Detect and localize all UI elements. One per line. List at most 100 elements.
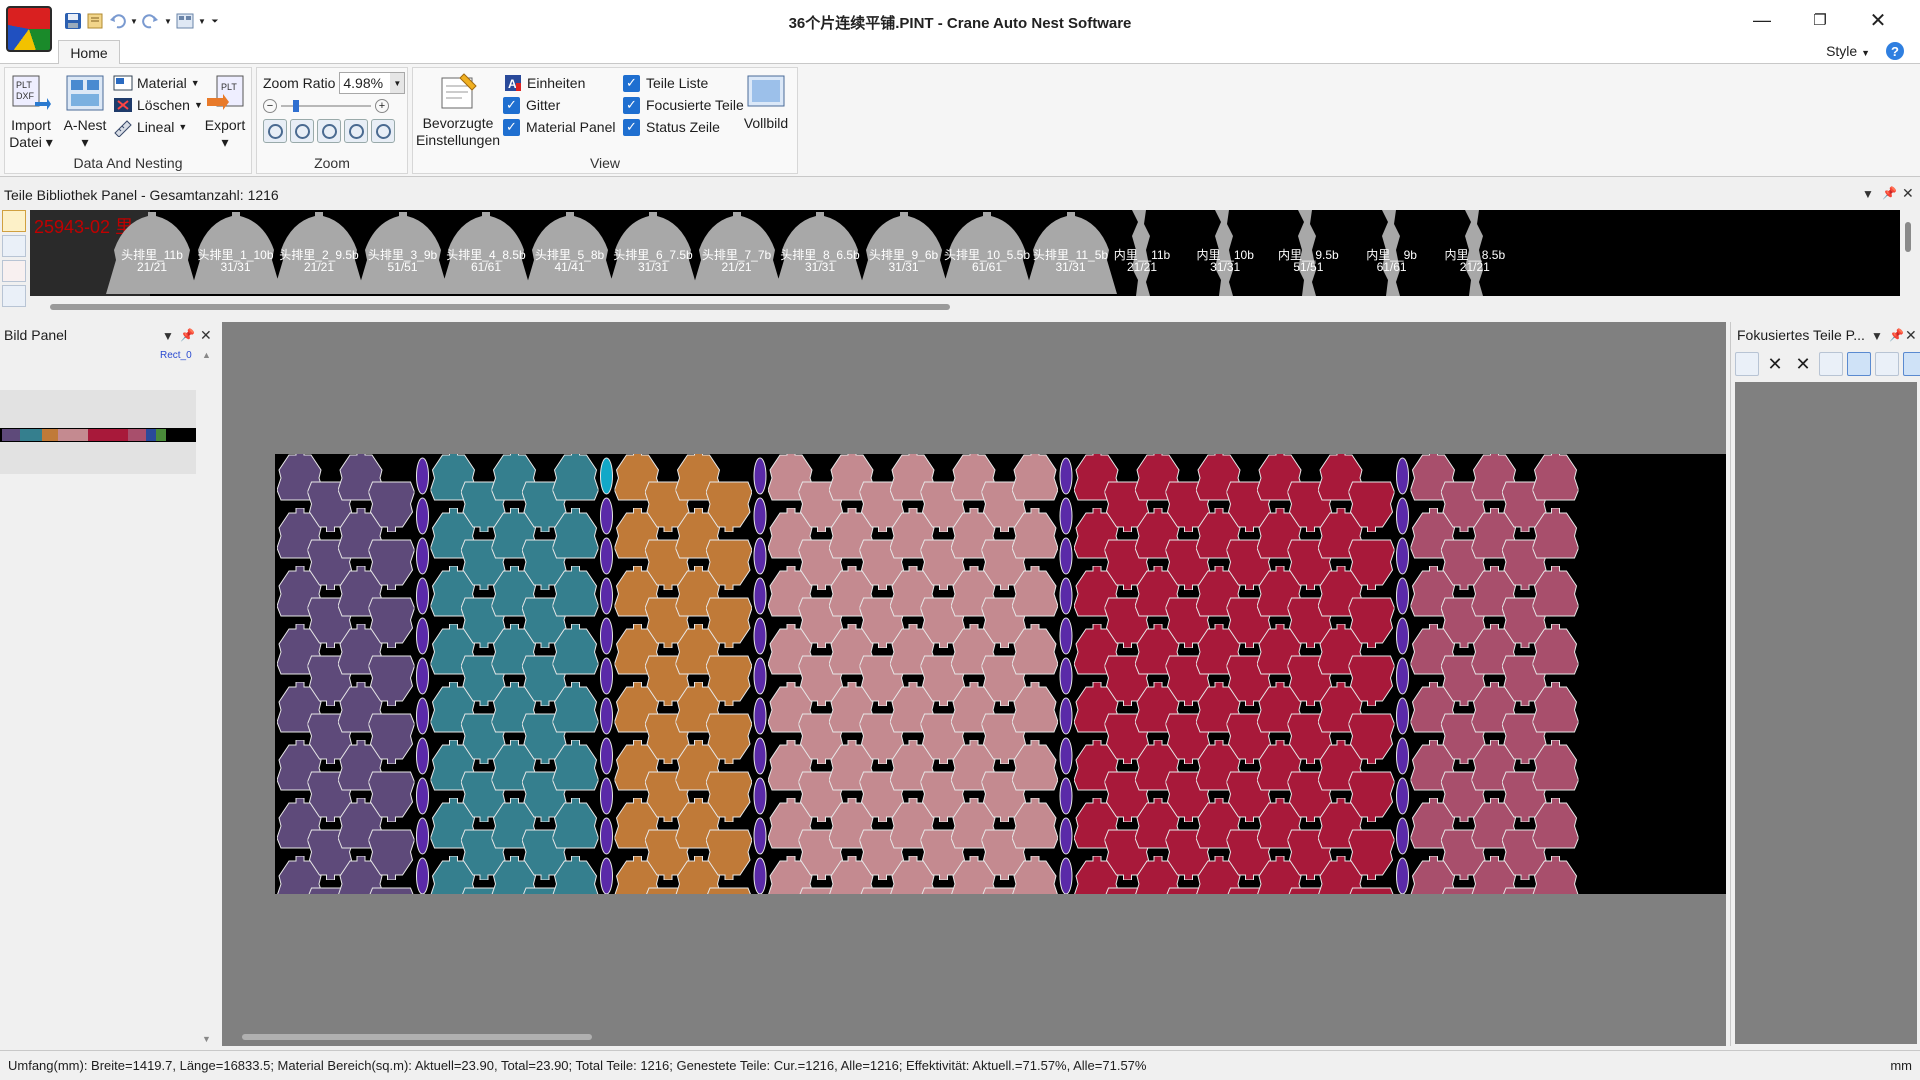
export-part-icon[interactable] [1819, 352, 1843, 376]
nested-strip-part[interactable] [753, 657, 767, 695]
nested-strip-part[interactable] [753, 697, 767, 735]
nested-strip-part[interactable] [416, 657, 429, 695]
nested-strip-part[interactable] [416, 497, 429, 535]
nested-strip-part[interactable] [600, 697, 613, 735]
teile-liste-checkbox[interactable]: ✓ Teile Liste [623, 72, 708, 94]
nested-strip-part[interactable] [600, 817, 613, 855]
zoom-fit-icon[interactable] [317, 119, 341, 143]
nested-strip-part[interactable] [600, 777, 613, 815]
loeschen-button[interactable]: Löschen ▼ [113, 94, 203, 116]
scroll-up-icon[interactable]: ▲ [202, 350, 211, 360]
close-icon[interactable]: ✕ [1902, 185, 1914, 202]
nested-strip-part[interactable] [1396, 497, 1409, 535]
close-icon[interactable]: ✕ [1905, 327, 1917, 344]
nested-strip-part[interactable] [416, 537, 429, 575]
grid-parts-icon[interactable] [1735, 352, 1759, 376]
nested-strip-part[interactable] [1059, 697, 1073, 735]
zoom-slider-thumb[interactable] [293, 100, 299, 112]
nested-part[interactable] [368, 887, 415, 894]
delete-part-icon[interactable] [2, 260, 26, 282]
bild-thumbnail[interactable] [0, 428, 196, 442]
nested-strip-part[interactable] [600, 737, 613, 775]
bild-rect-label[interactable]: Rect_0 [160, 350, 192, 361]
nested-part[interactable] [706, 887, 752, 894]
nested-strip-part[interactable] [416, 817, 429, 855]
nested-strip-part[interactable] [1059, 577, 1073, 615]
export-button[interactable]: PLT Export ▾ [203, 74, 247, 151]
nested-strip-part[interactable] [1396, 857, 1409, 894]
einheiten-button[interactable]: A Einheiten [503, 72, 585, 94]
nested-strip-part[interactable] [1396, 737, 1409, 775]
nested-strip-part[interactable] [753, 737, 767, 775]
nested-strip-part[interactable] [1059, 737, 1073, 775]
lineal-button[interactable]: Lineal ▼ [113, 116, 187, 138]
focusierte-teile-checkbox[interactable]: ✓ Focusierte Teile [623, 94, 744, 116]
material-panel-checkbox[interactable]: ✓ Material Panel [503, 116, 616, 138]
zoom-in-icon[interactable] [263, 119, 287, 143]
close-icon[interactable]: ✕ [200, 327, 212, 344]
nested-strip-part[interactable] [1396, 617, 1409, 655]
close-icon[interactable]: ✕ [1849, 0, 1907, 40]
material-button[interactable]: Material ▼ [113, 72, 200, 94]
nested-strip-part[interactable] [1396, 777, 1409, 815]
swap-icon[interactable] [1903, 352, 1920, 376]
nested-strip-part[interactable] [600, 457, 613, 495]
canvas-horizontal-scrollbar[interactable] [242, 1034, 592, 1040]
pin-icon[interactable]: 📌 [1889, 328, 1904, 342]
part-item[interactable]: 内里__8.5b 21/21 [1425, 210, 1525, 296]
restore-icon[interactable]: ❐ [1791, 0, 1849, 40]
app-logo[interactable] [6, 6, 52, 52]
zoom-in-small-icon[interactable]: + [375, 99, 389, 113]
bild-vertical-scrollbar[interactable]: ▲ ▼ [200, 348, 214, 1046]
nested-strip-part[interactable] [600, 497, 613, 535]
nested-strip-part[interactable] [1059, 817, 1073, 855]
scroll-down-icon[interactable]: ▼ [202, 1034, 211, 1044]
vollbild-button[interactable]: Vollbild [741, 72, 791, 132]
nested-strip-part[interactable] [1059, 457, 1073, 495]
align-icon[interactable] [1847, 352, 1871, 376]
nested-strip-part[interactable] [1396, 697, 1409, 735]
nested-strip-part[interactable] [1396, 537, 1409, 575]
parts-vertical-scrollbar[interactable] [1904, 210, 1912, 296]
zoom-ratio-select[interactable]: 4.98% ▼ [339, 72, 406, 94]
nested-strip-part[interactable] [416, 857, 429, 894]
nested-strip-part[interactable] [1059, 497, 1073, 535]
nested-strip-part[interactable] [753, 817, 767, 855]
nested-strip-part[interactable] [416, 737, 429, 775]
gitter-checkbox[interactable]: ✓ Gitter [503, 94, 560, 116]
zoom-all-icon[interactable] [371, 119, 395, 143]
nested-strip-part[interactable] [753, 497, 767, 535]
nested-strip-part[interactable] [753, 537, 767, 575]
sort-icon[interactable] [2, 235, 26, 257]
checkbox-checked-icon[interactable]: ✓ [623, 74, 640, 92]
nested-strip-part[interactable] [1059, 777, 1073, 815]
nested-strip-part[interactable] [416, 457, 429, 495]
checkbox-checked-icon[interactable]: ✓ [623, 118, 640, 136]
remove-all-icon[interactable]: ✕ [1791, 352, 1815, 376]
help-icon[interactable]: ? [1886, 42, 1904, 60]
info-icon[interactable] [2, 285, 26, 307]
nested-strip-part[interactable] [1396, 577, 1409, 615]
nested-strip-part[interactable] [753, 457, 767, 495]
bevorzugte-einstellungen-button[interactable]: Bevorzugte Einstellungen [415, 72, 501, 149]
minimize-icon[interactable]: — [1733, 0, 1791, 40]
nested-strip-part[interactable] [416, 577, 429, 615]
nested-strip-part[interactable] [600, 577, 613, 615]
chevron-down-icon[interactable]: ▼ [162, 329, 174, 343]
nested-strip-part[interactable] [600, 537, 613, 575]
nested-strip-part[interactable] [600, 617, 613, 655]
zoom-out-small-icon[interactable]: − [263, 99, 277, 113]
pin-icon[interactable]: 📌 [1882, 186, 1897, 200]
import-datei-button[interactable]: PLT DXF Import Datei ▾ [9, 74, 53, 151]
status-zeile-checkbox[interactable]: ✓ Status Zeile [623, 116, 720, 138]
parts-horizontal-scrollbar[interactable] [50, 304, 950, 310]
nested-strip-part[interactable] [1059, 857, 1073, 894]
tab-home[interactable]: Home [58, 40, 120, 65]
a-nest-button[interactable]: A-Nest ▾ [61, 74, 109, 151]
zoom-out-icon[interactable] [290, 119, 314, 143]
checkbox-checked-icon[interactable]: ✓ [623, 96, 640, 114]
remove-icon[interactable]: ✕ [1763, 352, 1787, 376]
nested-strip-part[interactable] [1396, 817, 1409, 855]
pin-icon[interactable]: 📌 [180, 328, 195, 342]
nested-strip-part[interactable] [1396, 457, 1409, 495]
